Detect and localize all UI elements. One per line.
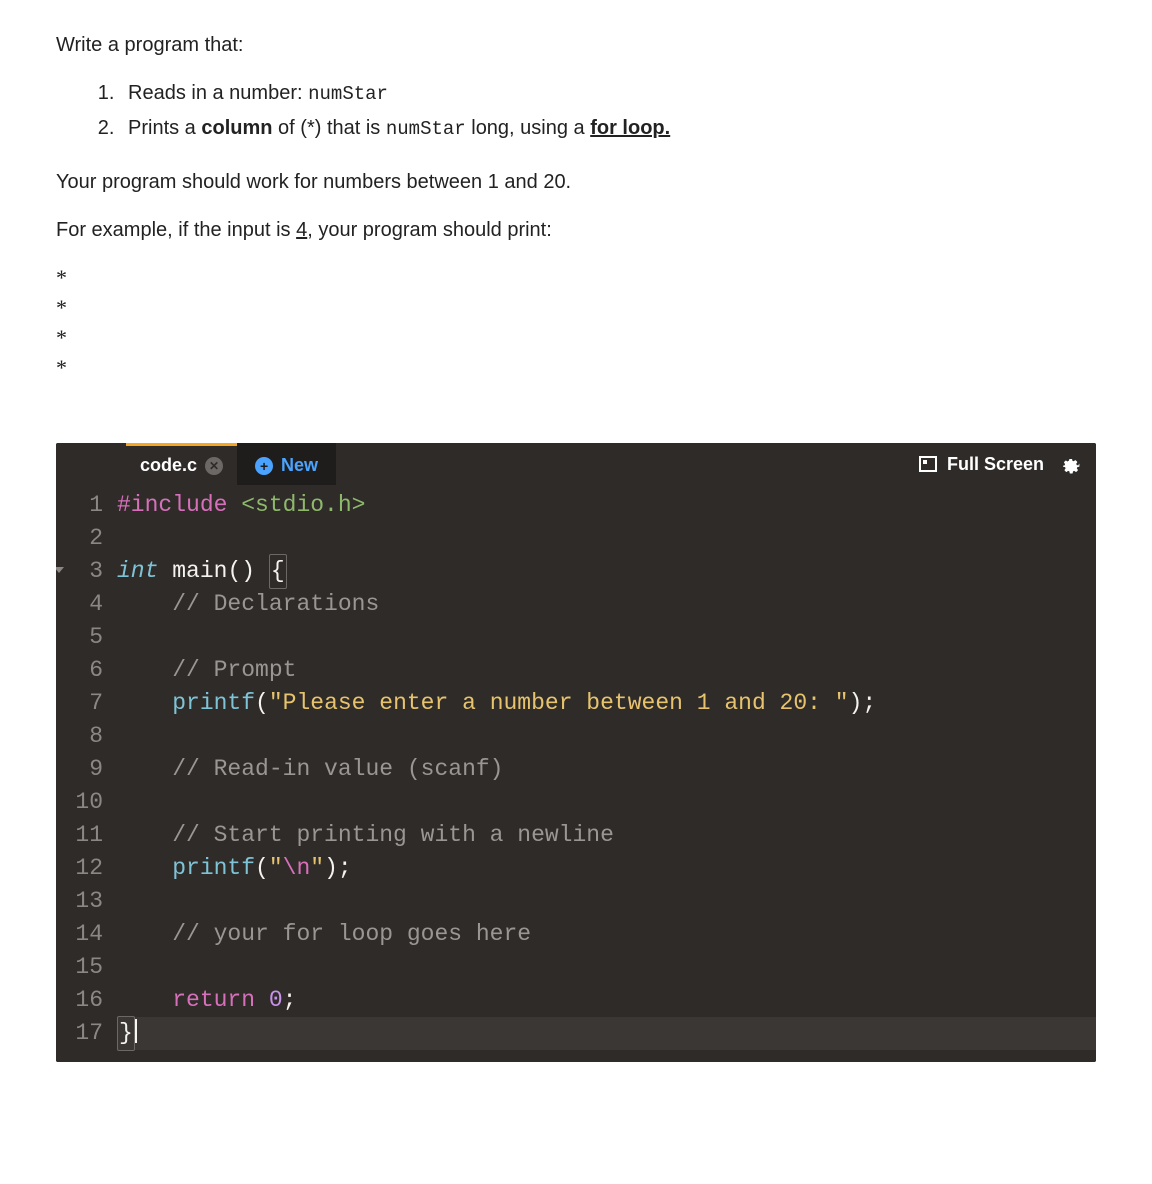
line-number: 8 (56, 720, 103, 753)
code-line[interactable]: printf("\n"); (117, 852, 1096, 885)
line-number: 5 (56, 621, 103, 654)
step2-code: numStar (386, 118, 466, 140)
code-line[interactable]: } (117, 1017, 1096, 1050)
problem-instructions: Write a program that: Reads in a number:… (56, 30, 1096, 383)
code-line[interactable]: // Read-in value (scanf) (117, 753, 1096, 786)
intro-text: Write a program that: (56, 30, 1096, 60)
example-output: **** (56, 263, 1096, 383)
code-line[interactable] (117, 951, 1096, 984)
fold-icon[interactable] (56, 567, 64, 573)
code-line[interactable]: #include <stdio.h> (117, 489, 1096, 522)
fullscreen-icon (919, 456, 937, 472)
editor-header: code.c ✕ + New Full Screen (56, 443, 1096, 485)
active-tab[interactable]: code.c ✕ (126, 443, 237, 485)
close-icon[interactable]: ✕ (205, 457, 223, 475)
line-number: 15 (56, 951, 103, 984)
text-cursor (135, 1019, 137, 1043)
output-line: * (56, 353, 1096, 383)
line-number: 7 (56, 687, 103, 720)
code-line[interactable]: int main() { (117, 555, 1096, 588)
line-number: 17 (56, 1017, 103, 1050)
example-suffix: , your program should print: (307, 219, 552, 241)
code-line[interactable] (117, 885, 1096, 918)
constraint-text: Your program should work for numbers bet… (56, 167, 1096, 197)
line-number: 11 (56, 819, 103, 852)
output-line: * (56, 263, 1096, 293)
header-right: Full Screen (919, 443, 1096, 485)
line-number: 6 (56, 654, 103, 687)
example-value: 4 (296, 219, 307, 241)
code-line[interactable]: printf("Please enter a number between 1 … (117, 687, 1096, 720)
plus-icon: + (255, 457, 273, 475)
code-area[interactable]: 1234567891011121314151617 #include <stdi… (56, 485, 1096, 1062)
fullscreen-label: Full Screen (947, 454, 1044, 475)
line-number: 12 (56, 852, 103, 885)
fullscreen-button[interactable]: Full Screen (919, 454, 1044, 475)
tab-filename: code.c (140, 455, 197, 476)
gear-icon[interactable] (1060, 454, 1080, 474)
code-line[interactable] (117, 720, 1096, 753)
code-line[interactable]: // Start printing with a newline (117, 819, 1096, 852)
line-number: 13 (56, 885, 103, 918)
code-line[interactable]: // your for loop goes here (117, 918, 1096, 951)
line-number: 16 (56, 984, 103, 1017)
line-number: 3 (56, 555, 103, 588)
output-line: * (56, 293, 1096, 323)
example-prefix: For example, if the input is (56, 219, 296, 241)
line-number: 14 (56, 918, 103, 951)
code-line[interactable] (117, 522, 1096, 555)
line-number: 4 (56, 588, 103, 621)
code-editor: code.c ✕ + New Full Screen (56, 443, 1096, 1062)
line-number: 2 (56, 522, 103, 555)
code-line[interactable]: return 0; (117, 984, 1096, 1017)
code-line[interactable] (117, 621, 1096, 654)
step2-underline: for loop. (590, 117, 670, 139)
step-1: Reads in a number: numStar (120, 78, 1096, 109)
step2-prefix: Prints a (128, 117, 201, 139)
code-line[interactable] (117, 786, 1096, 819)
line-gutter: 1234567891011121314151617 (56, 485, 111, 1062)
step1-prefix: Reads in a number: (128, 82, 308, 104)
example-text: For example, if the input is 4, your pro… (56, 215, 1096, 245)
line-number: 1 (56, 489, 103, 522)
step-2: Prints a column of (*) that is numStar l… (120, 113, 1096, 144)
code-line[interactable]: // Declarations (117, 588, 1096, 621)
code-content[interactable]: #include <stdio.h> int main() { // Decla… (111, 485, 1096, 1062)
step2-mid: of (*) that is (272, 117, 385, 139)
steps-list: Reads in a number: numStar Prints a colu… (120, 78, 1096, 143)
line-number: 9 (56, 753, 103, 786)
step2-bold: column (201, 117, 272, 139)
line-number: 10 (56, 786, 103, 819)
new-tab-button[interactable]: + New (237, 443, 336, 485)
output-line: * (56, 323, 1096, 353)
step1-code: numStar (308, 83, 388, 105)
step2-after: long, using a (466, 117, 591, 139)
new-tab-label: New (281, 455, 318, 476)
code-line[interactable]: // Prompt (117, 654, 1096, 687)
